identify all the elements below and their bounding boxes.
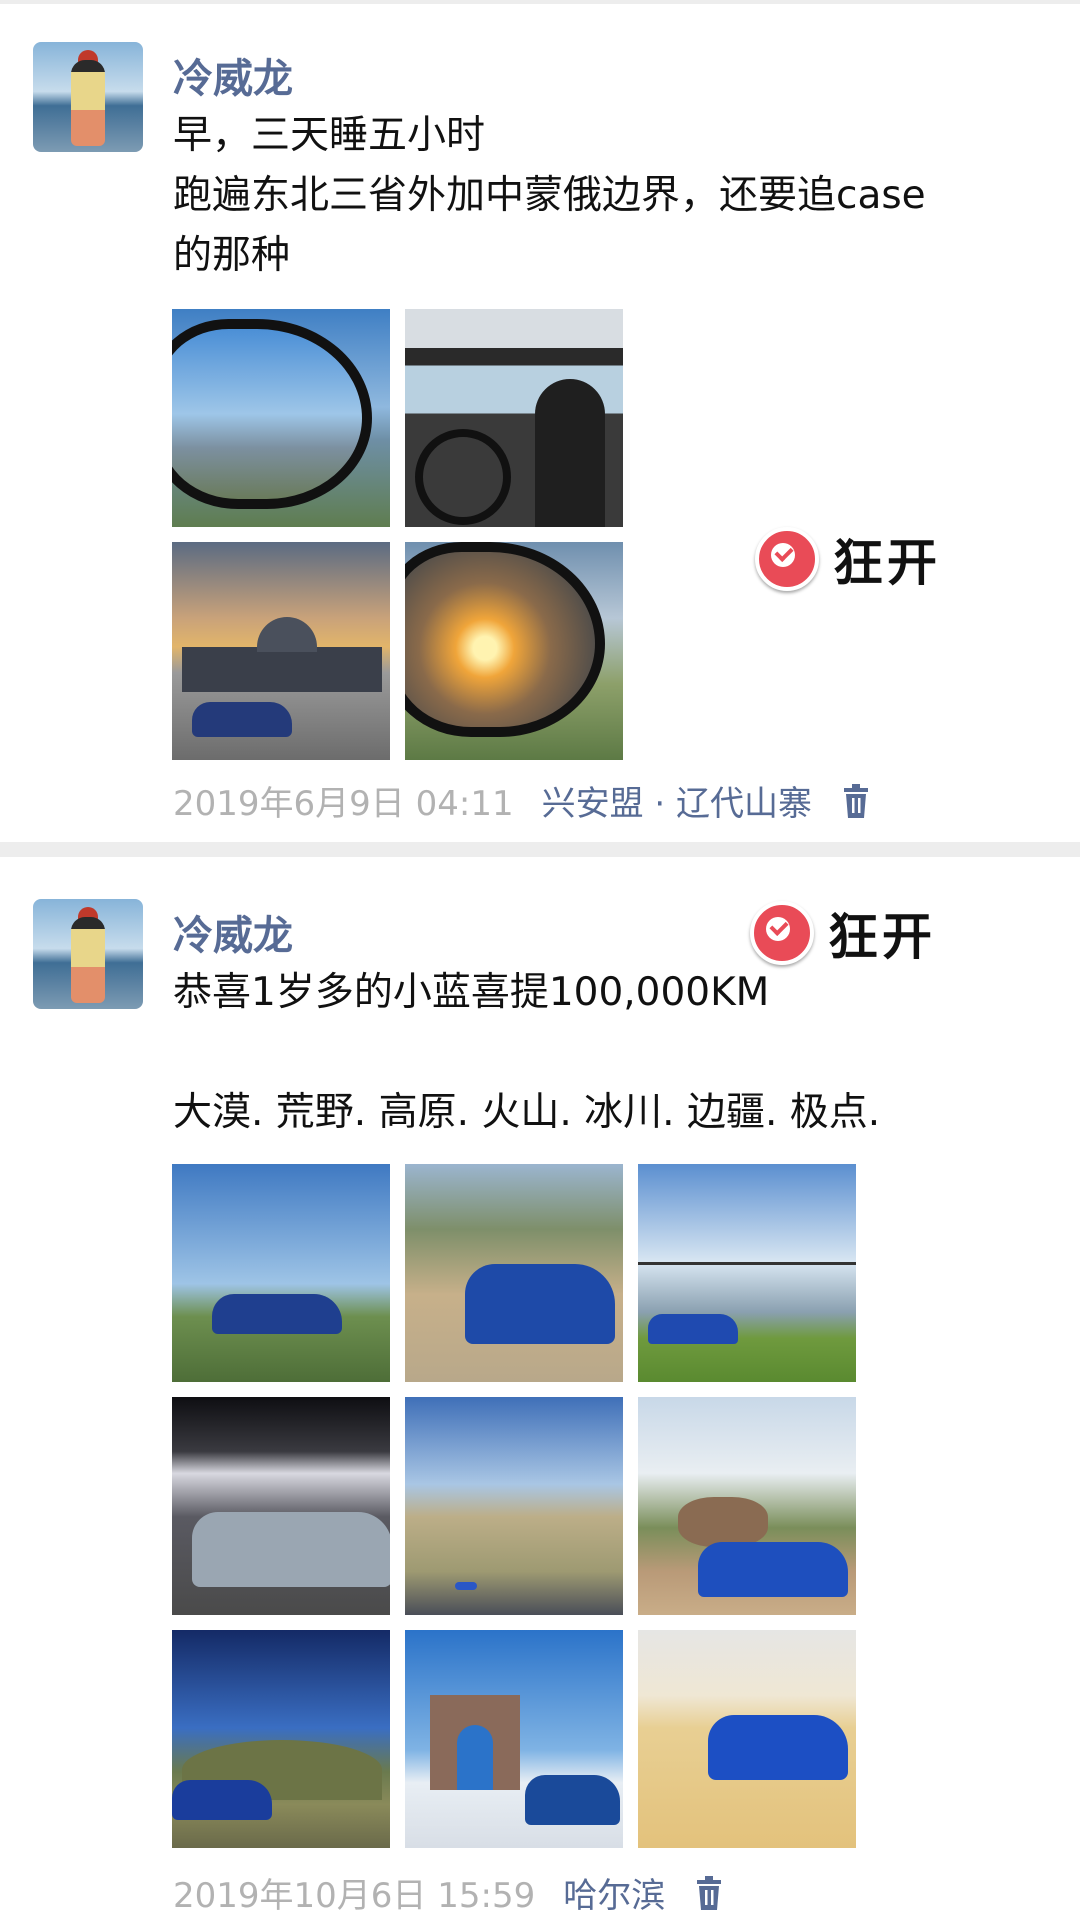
trash-icon[interactable] — [842, 783, 870, 819]
photo-car-volcano[interactable] — [172, 1630, 390, 1848]
timestamp: 2019年6月9日 04:11 — [173, 784, 514, 824]
photo-car-plateau[interactable] — [405, 1397, 623, 1615]
post-divider — [0, 839, 1080, 857]
post-text: 恭喜1岁多的小蓝喜提100,000KM 大漠. 荒野. 高原. 火山. 冰川. … — [173, 970, 881, 1135]
photo-car-railway[interactable] — [638, 1164, 856, 1382]
trash-icon[interactable] — [695, 1875, 723, 1911]
photo-mirror-sunset[interactable] — [405, 542, 623, 760]
post-meta: 2019年10月6日 15:59 哈尔滨 — [173, 1868, 723, 1917]
photo-car-blossom[interactable] — [405, 1164, 623, 1382]
location-link[interactable]: 哈尔滨 — [563, 1868, 665, 1917]
username[interactable]: 冷威龙 — [173, 903, 293, 961]
username[interactable]: 冷威龙 — [173, 46, 293, 104]
location-link[interactable]: 兴安盟 · 辽代山寨 — [542, 776, 812, 825]
sticker-kuangkai: 狂开 — [750, 897, 936, 969]
photo-car-border-gate[interactable] — [405, 1630, 623, 1848]
check-pin-icon — [750, 901, 814, 965]
timestamp: 2019年10月6日 15:59 — [173, 1876, 536, 1916]
photo-building-car[interactable] — [172, 542, 390, 760]
check-pin-icon — [755, 527, 819, 591]
photo-car-grassland[interactable] — [172, 1164, 390, 1382]
photo-driving-interior[interactable] — [405, 309, 623, 527]
photo-car-palm-beach[interactable] — [638, 1397, 856, 1615]
photo-mirror-road[interactable] — [172, 309, 390, 527]
post-text: 早，三天睡五小时 跑遍东北三省外加中蒙俄边界，还要追case 的那种 — [173, 113, 926, 278]
photo-car-desert[interactable] — [638, 1630, 856, 1848]
photo-car-palace-night[interactable] — [172, 1397, 390, 1615]
avatar[interactable] — [33, 899, 143, 1009]
moment-post-1: 冷威龙 早，三天睡五小时 跑遍东北三省外加中蒙俄边界，还要追case 的那种 狂… — [0, 0, 1080, 839]
post-meta: 2019年6月9日 04:11 兴安盟 · 辽代山寨 — [173, 776, 870, 825]
sticker-kuangkai: 狂开 — [755, 523, 941, 595]
avatar[interactable] — [33, 42, 143, 152]
moment-post-2: 冷威龙 恭喜1岁多的小蓝喜提100,000KM 大漠. 荒野. 高原. 火山. … — [0, 857, 1080, 1917]
